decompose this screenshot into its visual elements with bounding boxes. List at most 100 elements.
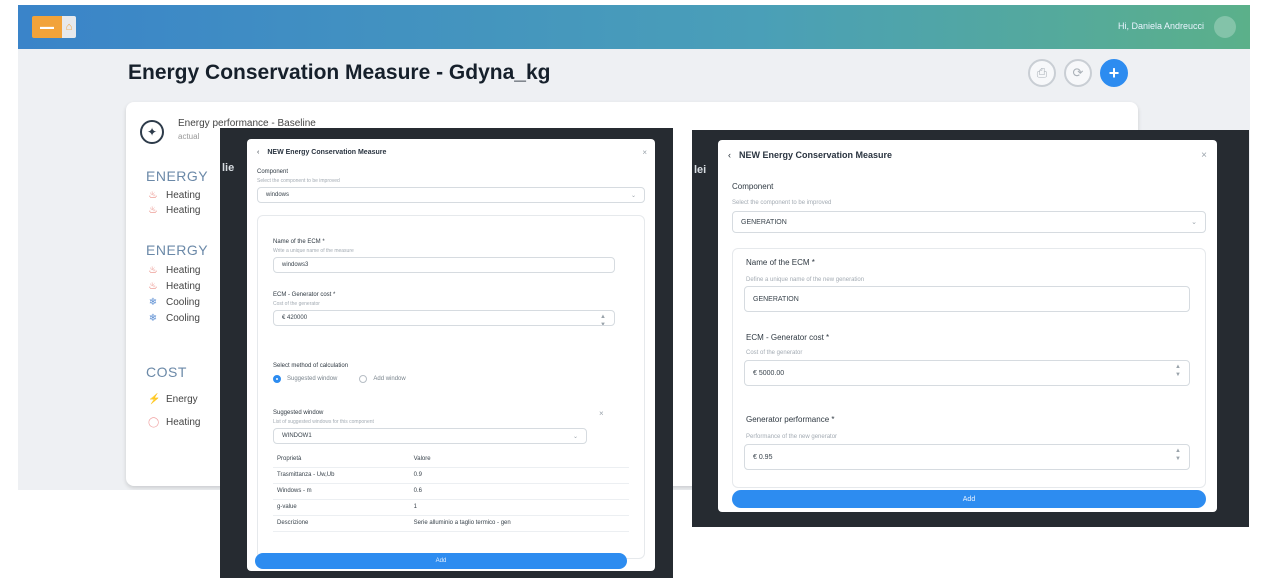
section-heading: COST xyxy=(146,364,187,380)
performance-label: Generator performance * xyxy=(746,415,835,424)
ecm-dialog: ‹ NEW Energy Conservation Measure × Comp… xyxy=(247,139,655,571)
suggested-label: Suggested window xyxy=(273,410,324,416)
component-select[interactable]: windows ⌄ xyxy=(257,187,645,203)
metric-row: ❄ Cooling xyxy=(148,297,200,308)
dialog-screenshot-generation: lei ‹ NEW Energy Conservation Measure × … xyxy=(692,130,1249,527)
metric-row: ♨ Heating xyxy=(148,205,201,216)
suggested-select[interactable]: WINDOW1 ⌄ xyxy=(273,428,587,444)
component-select[interactable]: GENERATION ⌄ xyxy=(732,211,1206,233)
radio-add[interactable] xyxy=(359,375,368,383)
metric-row: ♨ Heating xyxy=(148,281,201,292)
logo-icon: ⌂ xyxy=(62,16,76,38)
cost-hint: Cost of the generator xyxy=(746,350,803,356)
app-logo[interactable]: ▬▬ ⌂ xyxy=(32,16,76,38)
cost-label: ECM - Generator cost * xyxy=(746,333,830,342)
cost-input[interactable]: € 5000.00 ▲ ▼ xyxy=(744,360,1190,386)
dialog-header: ‹ NEW Energy Conservation Measure xyxy=(728,150,892,160)
heating-icon: ♨ xyxy=(148,190,158,201)
table-row: g-value 1 xyxy=(273,499,629,516)
name-value: windows3 xyxy=(282,262,309,268)
name-hint: Write a unique name of the measure xyxy=(273,248,354,254)
component-label: Component xyxy=(257,169,289,175)
table-cell: Descrizione xyxy=(273,515,410,532)
radio-label: Suggested window xyxy=(287,376,338,382)
heating-icon: ♨ xyxy=(148,281,158,292)
cooling-icon: ❄ xyxy=(148,297,158,308)
performance-value: € 0.95 xyxy=(753,453,773,461)
refresh-button[interactable]: ⟳ xyxy=(1064,59,1092,87)
plus-icon: + xyxy=(1108,62,1120,83)
dialog-header: ‹ NEW Energy Conservation Measure xyxy=(257,149,386,156)
back-icon[interactable]: ‹ xyxy=(728,150,731,160)
section-heading: ENERGY xyxy=(146,168,209,184)
add-submit-button[interactable]: Add xyxy=(732,490,1206,508)
cost-hint: Cost of the generator xyxy=(273,301,320,307)
peek-text: lei xyxy=(694,164,707,176)
component-value: windows xyxy=(266,192,290,198)
close-icon[interactable]: × xyxy=(1201,150,1207,161)
performance-input[interactable]: € 0.95 ▲ ▼ xyxy=(744,444,1190,470)
table-cell: 0.9 xyxy=(409,467,629,484)
component-value: GENERATION xyxy=(741,218,787,226)
ring-icon: ◯ xyxy=(148,417,160,428)
print-button[interactable]: ⎙ xyxy=(1028,59,1056,87)
radio-label: Add window xyxy=(373,376,406,382)
cost-value: € 5000.00 xyxy=(753,369,785,377)
metric-row: ◯ Heating xyxy=(148,417,200,428)
method-radio-group: Suggested window Add window xyxy=(273,375,406,383)
lightning-icon: ⚡ xyxy=(148,394,161,405)
component-hint: Select the component to be improved xyxy=(732,200,832,206)
performance-hint: Performance of the new generator xyxy=(746,434,838,440)
logo-mark: ▬▬ xyxy=(32,16,62,38)
name-hint: Define a unique name of the new generati… xyxy=(746,277,865,283)
add-button[interactable]: + xyxy=(1100,59,1128,87)
add-submit-button[interactable]: Add xyxy=(255,553,627,569)
chevron-down-icon: ⌄ xyxy=(572,433,578,440)
radio-suggested[interactable] xyxy=(273,375,281,383)
suggested-hint: List of suggested windows for this compo… xyxy=(273,419,374,425)
stepper-icon[interactable]: ▲ ▼ xyxy=(600,313,606,325)
close-icon[interactable]: × xyxy=(642,148,647,157)
name-input[interactable]: windows3 xyxy=(273,257,615,273)
table-row: Proprietà Valore xyxy=(273,451,629,468)
top-bar: ▬▬ ⌂ Hi, Daniela Andreucci xyxy=(18,5,1250,49)
chevron-down-icon: ⌄ xyxy=(1191,219,1197,226)
metric-label: Heating xyxy=(166,281,201,292)
stepper-icon[interactable]: ▲ ▼ xyxy=(1175,363,1181,379)
table-cell: 1 xyxy=(409,499,629,516)
cost-label: ECM - Generator cost * xyxy=(273,292,336,298)
table-row: Trasmittanza - Uw,Ub 0.9 xyxy=(273,467,629,484)
table-cell: Trasmittanza - Uw,Ub xyxy=(273,467,410,484)
metric-label: Heating xyxy=(166,265,201,276)
heating-icon: ♨ xyxy=(148,265,158,276)
properties-table: Proprietà Valore Trasmittanza - Uw,Ub 0.9 … xyxy=(273,451,629,532)
table-row: Descrizione Serie alluminio a taglio term… xyxy=(273,515,629,532)
cost-input[interactable]: € 420000 ▲ ▼ xyxy=(273,310,615,326)
user-greeting[interactable]: Hi, Daniela Andreucci xyxy=(1118,21,1204,31)
table-cell: Serie alluminio a taglio termico - gen xyxy=(409,515,629,532)
remove-icon[interactable]: × xyxy=(599,409,604,418)
peek-text: lie xyxy=(222,162,235,174)
metric-row: ♨ Heating xyxy=(148,190,201,201)
cooling-icon: ❄ xyxy=(148,313,158,324)
name-value: GENERATION xyxy=(753,295,799,303)
name-label: Name of the ECM * xyxy=(746,258,815,267)
section-heading: ENERGY xyxy=(146,242,209,258)
refresh-icon: ⟳ xyxy=(1072,65,1084,80)
cost-value: € 420000 xyxy=(282,315,308,321)
name-input[interactable]: GENERATION xyxy=(744,286,1190,312)
metric-row: ⚡ Energy xyxy=(148,394,198,405)
dialog-title: NEW Energy Conservation Measure xyxy=(739,150,893,160)
avatar[interactable] xyxy=(1214,16,1236,38)
metric-row: ❄ Cooling xyxy=(148,313,200,324)
stepper-icon[interactable]: ▲ ▼ xyxy=(1175,447,1181,463)
metric-label: Energy xyxy=(166,394,198,405)
print-icon: ⎙ xyxy=(1036,65,1048,80)
energy-icon: ✦ xyxy=(140,120,164,144)
dialog-screenshot-windows: lie ‹ NEW Energy Conservation Measure × … xyxy=(220,128,673,578)
component-hint: Select the component to be improved xyxy=(257,178,340,184)
dialog-title: NEW Energy Conservation Measure xyxy=(267,149,387,156)
back-icon[interactable]: ‹ xyxy=(257,149,259,156)
table-row: Windows - m 0.6 xyxy=(273,483,629,500)
stage: ▬▬ ⌂ Hi, Daniela Andreucci Energy Conser… xyxy=(0,0,1261,579)
